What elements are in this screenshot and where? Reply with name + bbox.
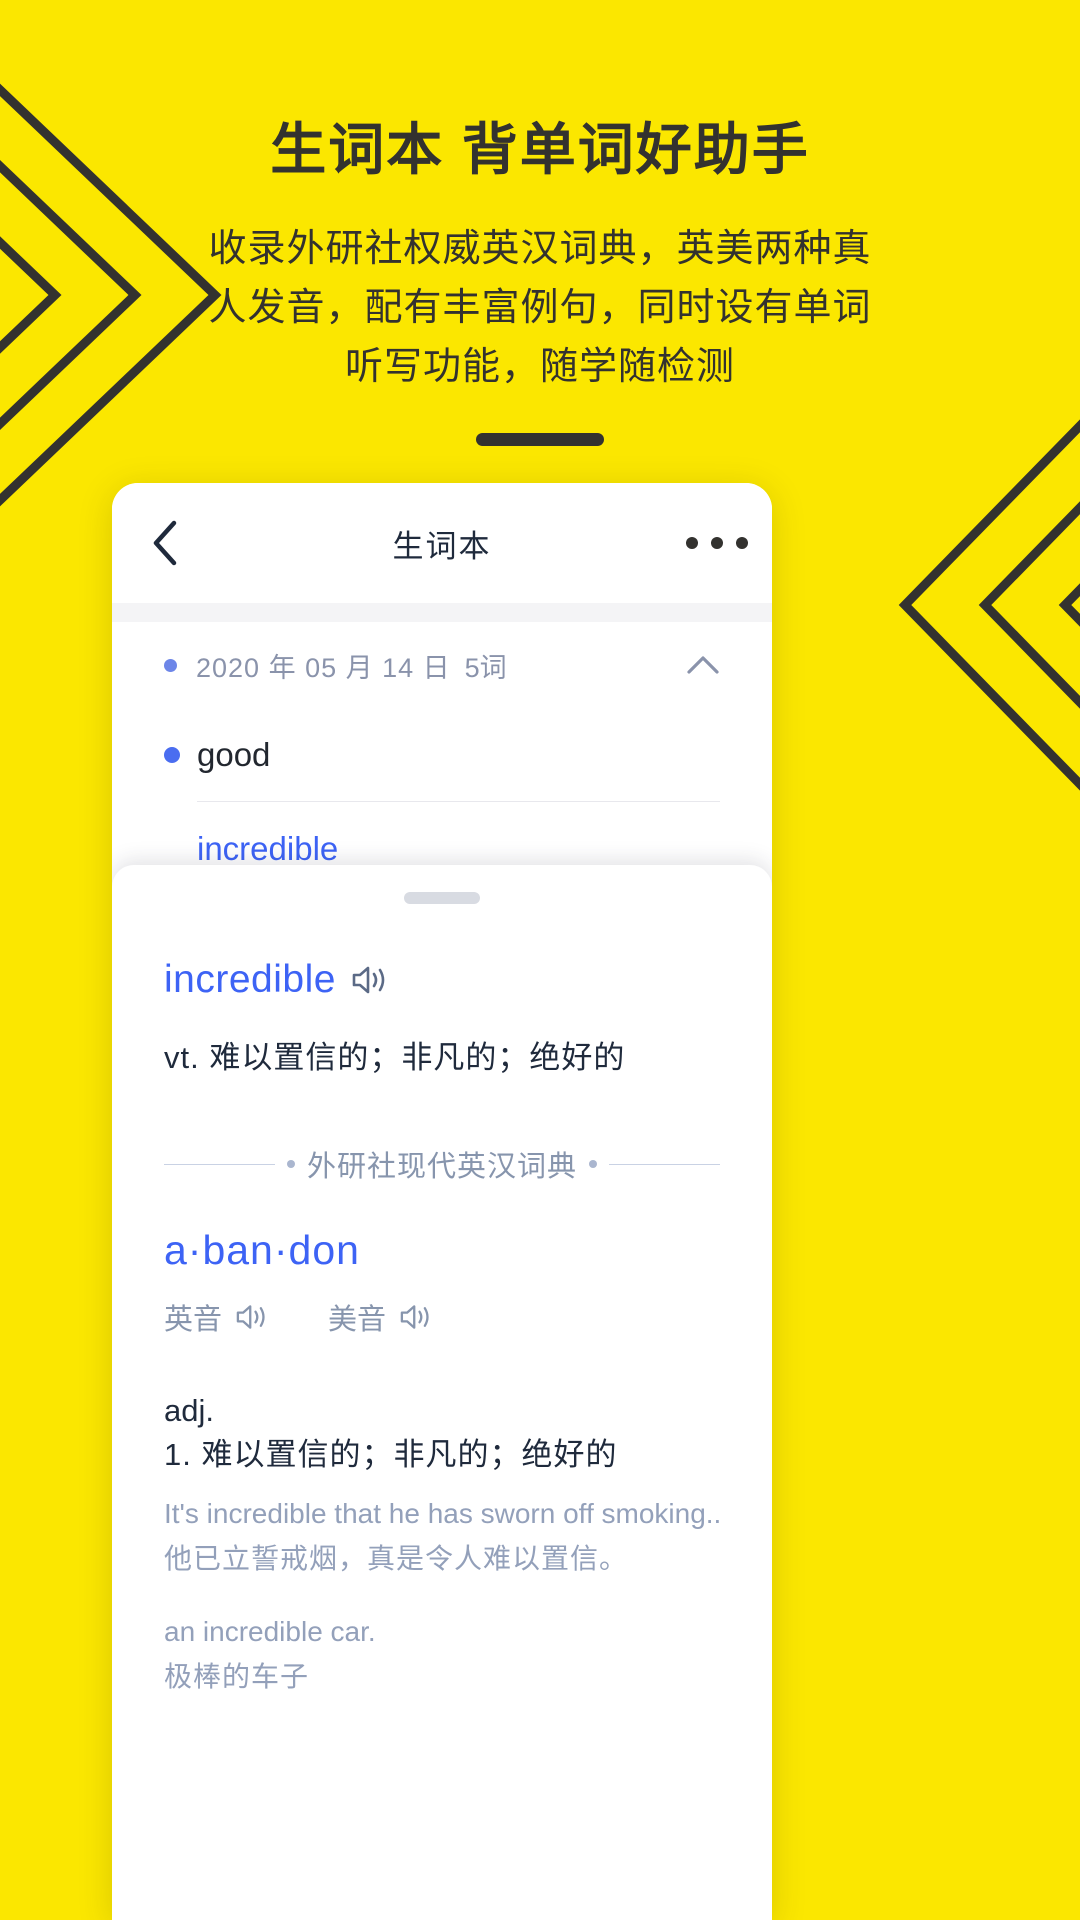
dictionary-name: 外研社现代英汉词典 bbox=[307, 1151, 578, 1183]
group-count: 5词 bbox=[464, 652, 507, 683]
collapse-group-button[interactable] bbox=[678, 640, 728, 690]
group-bullet-icon bbox=[164, 658, 177, 672]
speaker-icon-wrap bbox=[234, 1302, 270, 1332]
phone-mockup: 生词本 2020 年 05 月 14 日 5词 good incredible bbox=[112, 483, 772, 1920]
example-english: It's incredible that he has sworn off sm… bbox=[164, 1497, 722, 1529]
example-chinese: 极棒的车子 bbox=[164, 1661, 310, 1693]
word-list: 2020 年 05 月 14 日 5词 good incredible bbox=[112, 622, 772, 895]
more-horizontal-icon bbox=[711, 537, 723, 549]
entry-word: incredible bbox=[164, 958, 336, 1001]
more-horizontal-icon bbox=[686, 537, 698, 549]
uk-pronunciation-label: 英音 bbox=[164, 1304, 223, 1336]
list-item[interactable]: good bbox=[164, 708, 720, 801]
date-group-header[interactable]: 2020 年 05 月 14 日 5词 bbox=[164, 622, 720, 708]
word-label: good bbox=[197, 735, 271, 773]
more-horizontal-icon bbox=[736, 537, 748, 549]
pronunciation-row: 英音 美音 bbox=[164, 1296, 720, 1338]
divider-line bbox=[164, 1163, 275, 1165]
speaker-icon bbox=[352, 966, 385, 994]
speaker-icon-wrap bbox=[398, 1302, 434, 1332]
promo-subtitle: 收录外研社权威英汉词典，英美两种真人发音，配有丰富例句，同时设有单词听写功能，随… bbox=[208, 228, 872, 389]
part-of-speech: adj. bbox=[164, 1393, 214, 1428]
promo-rule bbox=[476, 433, 604, 447]
us-pronunciation-button[interactable]: 美音 bbox=[328, 1296, 434, 1338]
drag-handle[interactable] bbox=[404, 892, 480, 904]
example-group: an incredible car. 极棒的车子 bbox=[164, 1612, 720, 1696]
entry-definition: vt. 难以置信的；非凡的；绝好的 bbox=[164, 1040, 626, 1075]
uk-pronunciation-button[interactable]: 英音 bbox=[164, 1296, 270, 1338]
page-title: 生词本 背单词好助手 bbox=[270, 118, 810, 181]
example-chinese: 他已立誓戒烟，真是令人难以置信。 bbox=[164, 1542, 629, 1574]
word-label: incredible bbox=[197, 829, 339, 867]
chevron-up-icon bbox=[687, 656, 719, 674]
speaker-icon bbox=[400, 1305, 429, 1329]
sense-text: 1. 难以置信的；非凡的；绝好的 bbox=[164, 1436, 618, 1472]
divider-dot-icon bbox=[589, 1160, 598, 1168]
promo-block: 生词本 背单词好助手 收录外研社权威英汉词典，英美两种真人发音，配有丰富例句，同… bbox=[0, 0, 1080, 447]
us-pronunciation-label: 美音 bbox=[328, 1304, 387, 1336]
chevron-left-icon bbox=[153, 520, 177, 566]
more-button[interactable] bbox=[686, 523, 748, 563]
example-english: an incredible car. bbox=[164, 1616, 376, 1648]
headword: a·ban·don bbox=[164, 1227, 360, 1273]
divider-line bbox=[609, 1163, 721, 1165]
back-button[interactable] bbox=[138, 516, 192, 570]
speaker-icon bbox=[236, 1305, 265, 1329]
divider-dot-icon bbox=[287, 1160, 295, 1168]
nav-title: 生词本 bbox=[392, 528, 492, 564]
group-date: 2020 年 05 月 14 日 bbox=[196, 652, 451, 683]
app-nav-bar: 生词本 bbox=[112, 483, 772, 603]
entry-header: incredible bbox=[164, 958, 720, 1002]
word-bullet-icon bbox=[164, 746, 180, 763]
dictionary-divider: 外研社现代英汉词典 bbox=[164, 1143, 721, 1185]
nav-separator bbox=[112, 603, 772, 622]
dictionary-bottom-sheet: incredible vt. 难以置信的；非凡的；绝好的 外研社现代英汉词典 a… bbox=[112, 865, 772, 1920]
play-pronunciation-button[interactable] bbox=[350, 963, 390, 997]
